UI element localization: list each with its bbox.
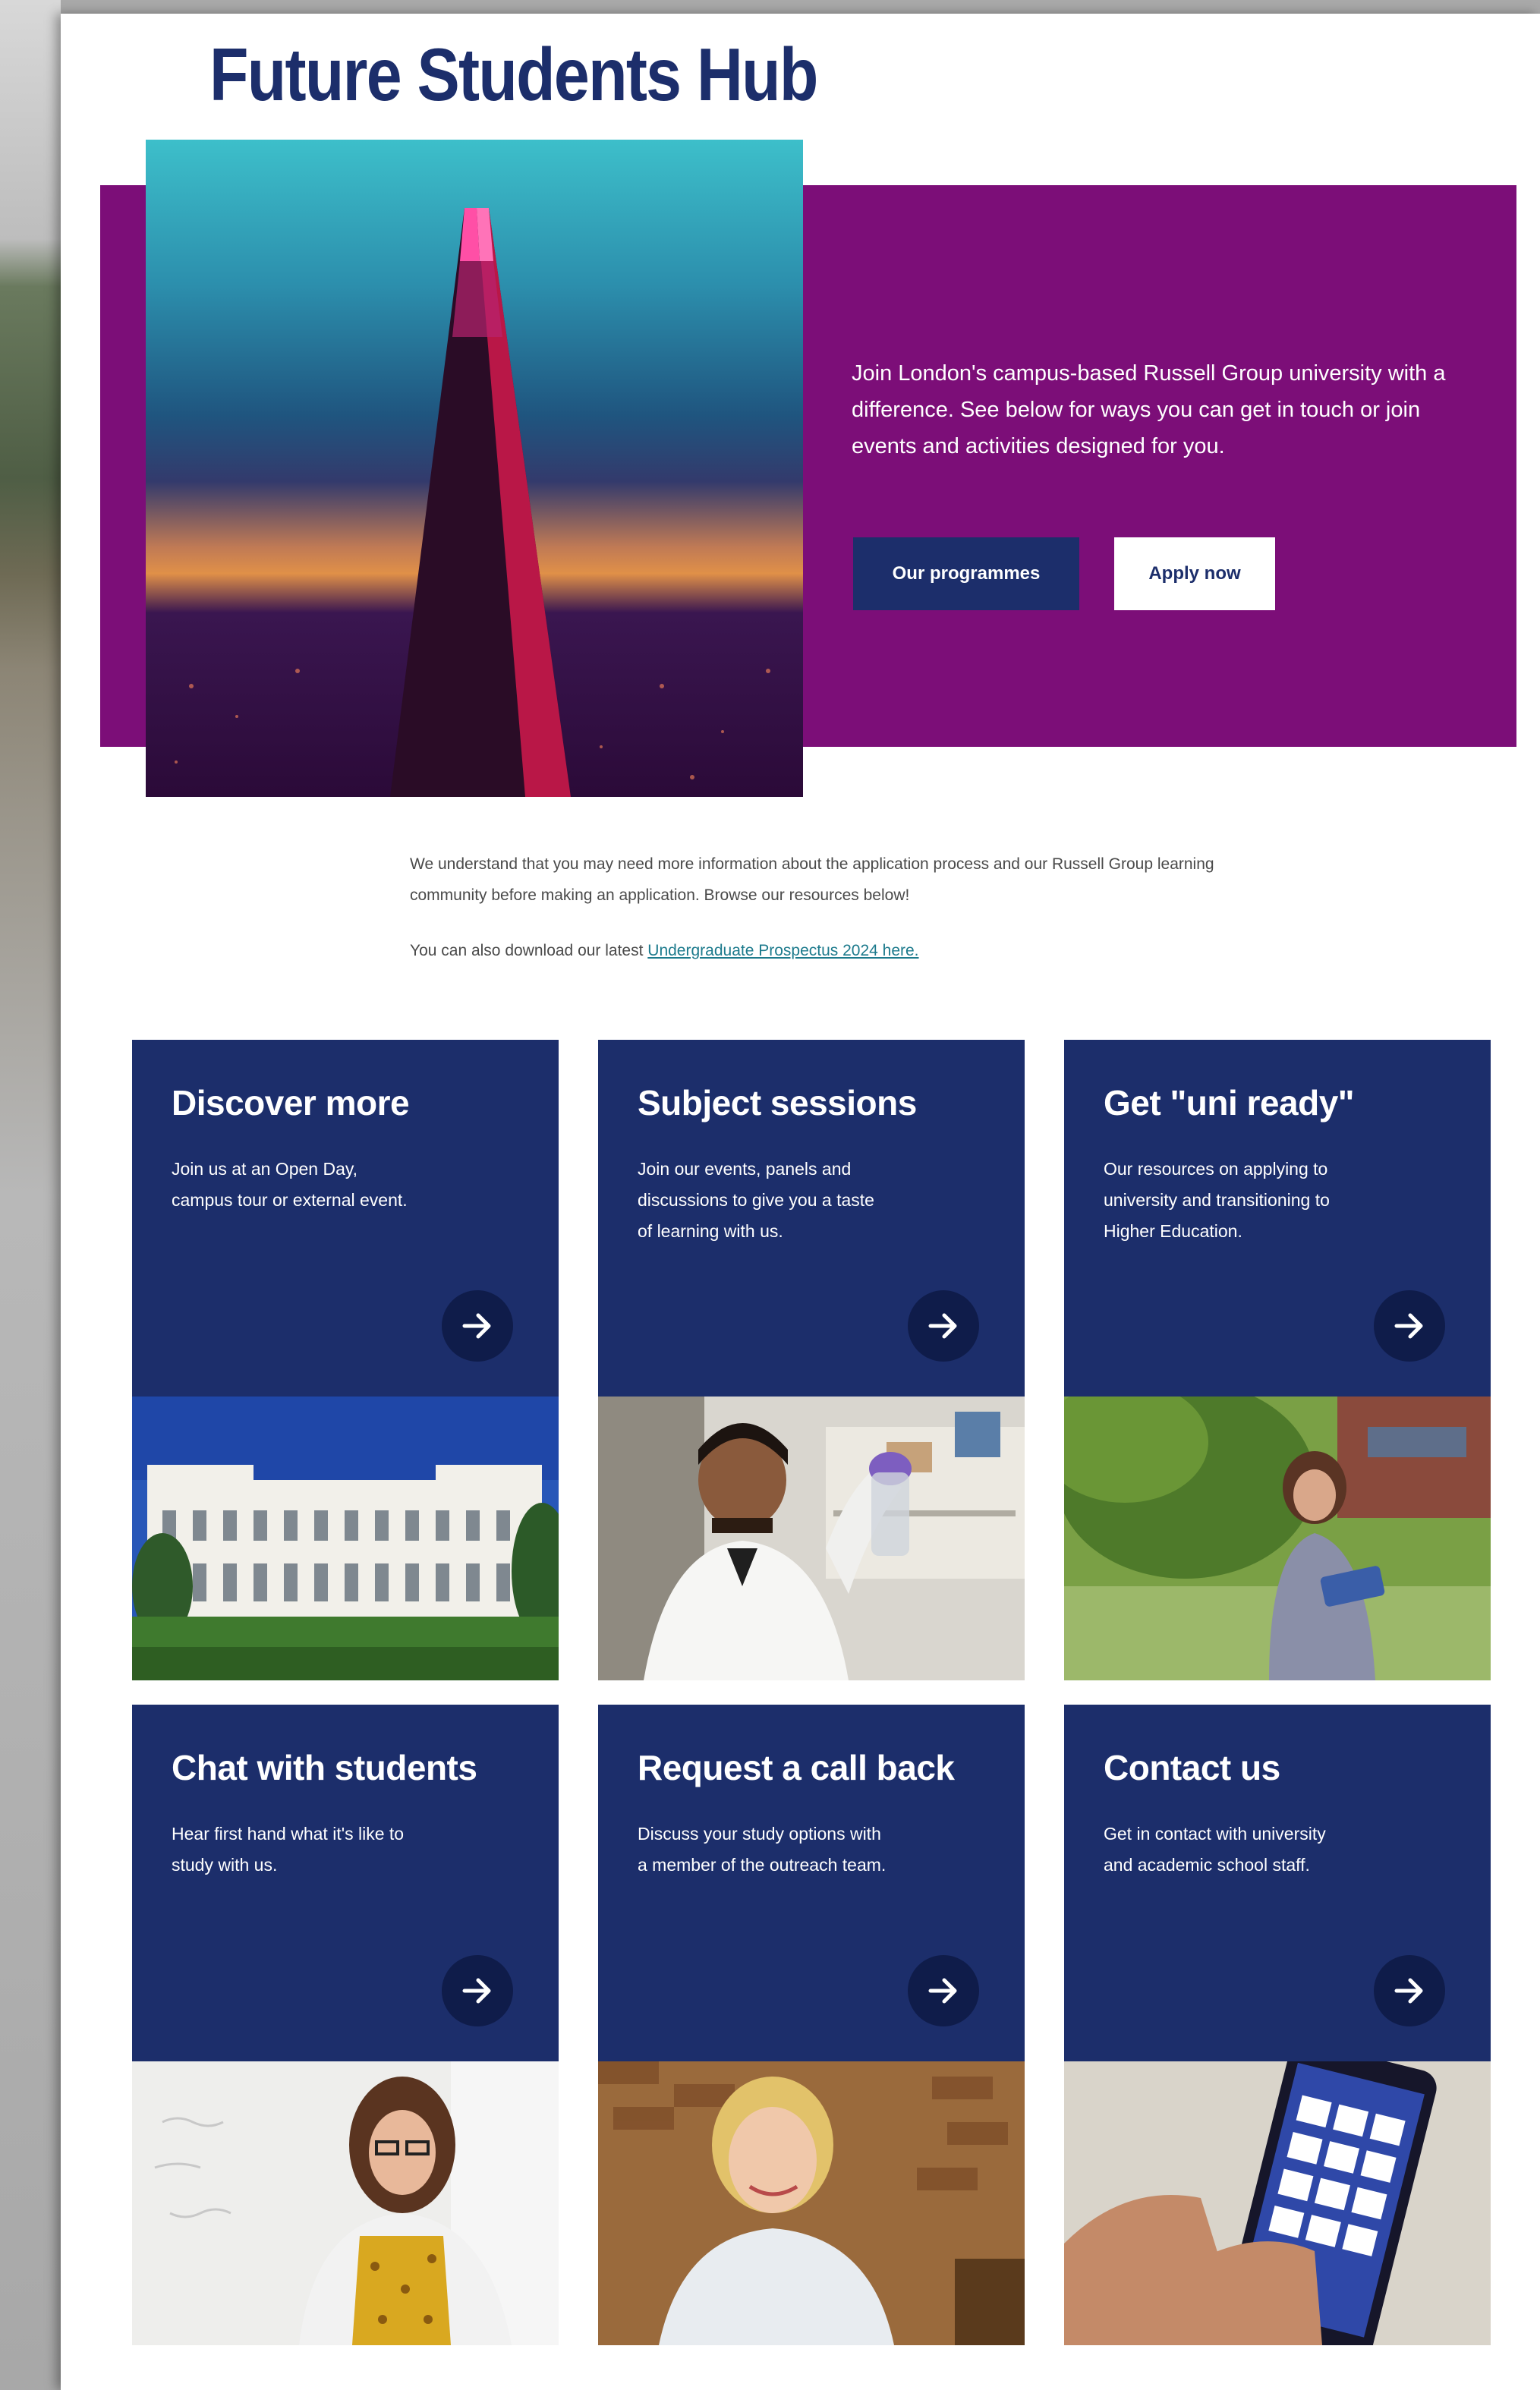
prospectus-link[interactable]: Undergraduate Prospectus 2024 here. — [647, 942, 918, 959]
arrow-right-icon[interactable] — [1374, 1955, 1445, 2026]
card-get-uni-ready[interactable]: Get "uni ready" Our resources on applyin… — [1064, 1040, 1491, 1680]
card-description: Hear first hand what it's like to study … — [172, 1824, 405, 1875]
card-description: Our resources on applying to university … — [1104, 1159, 1330, 1241]
card-title: Request a call back — [638, 1748, 955, 1787]
student-whiteboard-photo — [132, 2061, 559, 2345]
card-header: Contact us Get in contact with universit… — [1064, 1705, 1491, 2061]
arrow-right-icon[interactable] — [908, 1955, 979, 2026]
smiling-student-photo — [598, 2061, 1025, 2345]
intro-section: We understand that you may need more inf… — [410, 849, 1222, 966]
student-reading-outdoors-photo — [1064, 1397, 1491, 1680]
card-header: Request a call back Discuss your study o… — [598, 1705, 1025, 2061]
card-title: Get "uni ready" — [1104, 1083, 1355, 1123]
card-header: Subject sessions Join our events, panels… — [598, 1040, 1025, 1397]
card-description: Join us at an Open Day, campus tour or e… — [172, 1159, 408, 1210]
our-programmes-button[interactable]: Our programmes — [853, 537, 1079, 610]
hero-image-shard-tower — [146, 140, 803, 797]
card-chat-with-students[interactable]: Chat with students Hear first hand what … — [132, 1705, 559, 2345]
prospectus-line: You can also download our latest Undergr… — [410, 935, 1222, 966]
card-header: Get "uni ready" Our resources on applyin… — [1064, 1040, 1491, 1397]
browser-top-edge — [61, 0, 1540, 14]
apply-now-button[interactable]: Apply now — [1114, 537, 1275, 610]
card-header: Chat with students Hear first hand what … — [132, 1705, 559, 2061]
card-contact-us[interactable]: Contact us Get in contact with universit… — [1064, 1705, 1491, 2345]
page-title: Future Students Hub — [209, 33, 818, 116]
card-description: Discuss your study options with a member… — [638, 1824, 887, 1875]
lab-researcher-photo — [598, 1397, 1025, 1680]
intro-paragraph: We understand that you may need more inf… — [410, 855, 1214, 904]
card-request-a-call-back[interactable]: Request a call back Discuss your study o… — [598, 1705, 1025, 2345]
phone-in-hand-photo — [1064, 2061, 1491, 2345]
arrow-right-icon[interactable] — [908, 1290, 979, 1362]
card-discover-more[interactable]: Discover more Join us at an Open Day, ca… — [132, 1040, 559, 1680]
card-subject-sessions[interactable]: Subject sessions Join our events, panels… — [598, 1040, 1025, 1680]
card-header: Discover more Join us at an Open Day, ca… — [132, 1040, 559, 1397]
card-title: Discover more — [172, 1083, 410, 1123]
card-description: Join our events, panels and discussions … — [638, 1159, 874, 1241]
university-building-photo — [132, 1397, 559, 1680]
background-photo-edge — [0, 0, 61, 2390]
card-description: Get in contact with university and acade… — [1104, 1824, 1326, 1875]
prospectus-prefix: You can also download our latest — [410, 942, 648, 959]
arrow-right-icon[interactable] — [442, 1955, 513, 2026]
card-title: Subject sessions — [638, 1083, 917, 1123]
arrow-right-icon[interactable] — [1374, 1290, 1445, 1362]
arrow-right-icon[interactable] — [442, 1290, 513, 1362]
card-title: Chat with students — [172, 1748, 477, 1787]
card-title: Contact us — [1104, 1748, 1280, 1787]
hero-description: Join London's campus-based Russell Group… — [852, 361, 1446, 458]
